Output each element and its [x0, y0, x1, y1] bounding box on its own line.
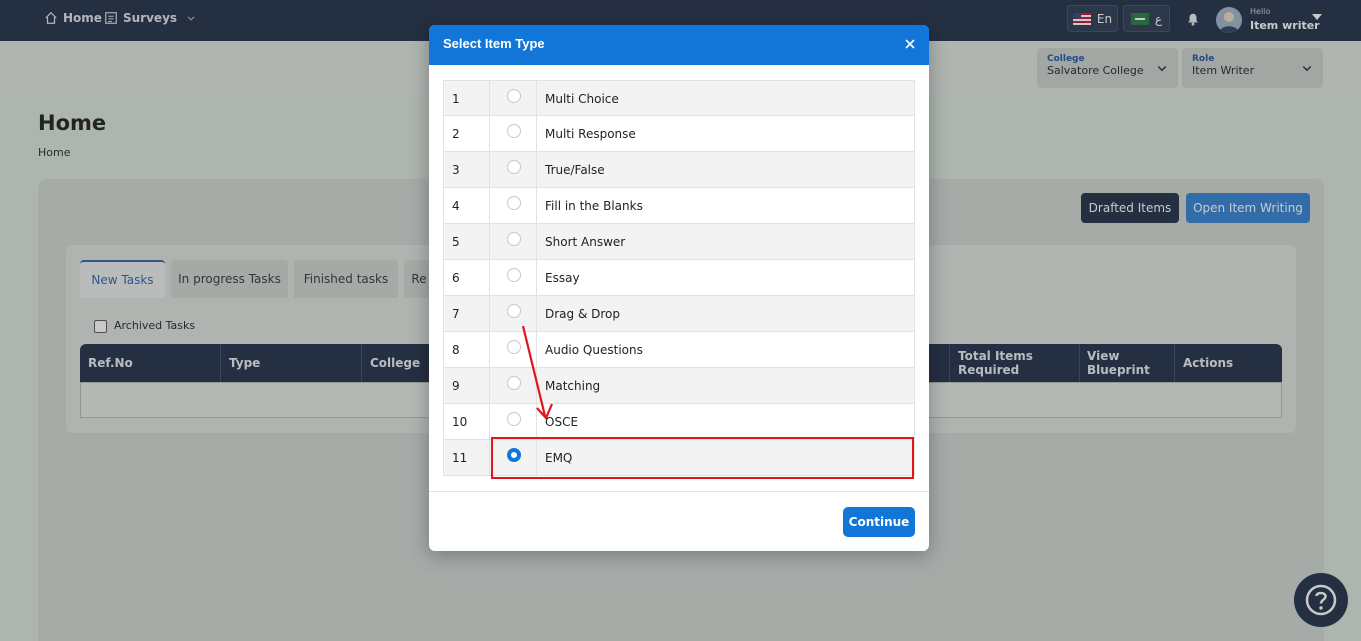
row-border: [914, 368, 915, 404]
item-type-radio[interactable]: [507, 268, 521, 282]
row-border: [914, 440, 915, 476]
row-border: [914, 116, 915, 152]
item-type-row[interactable]: 9 Matching: [443, 368, 915, 404]
item-type-number: 9: [443, 368, 490, 404]
item-type-row[interactable]: 8 Audio Questions: [443, 332, 915, 368]
item-type-row[interactable]: 5 Short Answer: [443, 224, 915, 260]
row-border: [914, 81, 915, 117]
row-border: [914, 332, 915, 368]
row-border: [914, 404, 915, 440]
radio-cell: [490, 81, 537, 117]
dialog-footer-divider: [429, 491, 929, 492]
row-border: [914, 224, 915, 260]
item-type-number: 3: [443, 152, 490, 188]
continue-button[interactable]: Continue: [843, 507, 915, 537]
row-border: [914, 260, 915, 296]
item-type-number: 8: [443, 332, 490, 368]
radio-cell: [490, 260, 537, 296]
radio-cell: [490, 152, 537, 188]
item-type-radio[interactable]: [507, 160, 521, 174]
item-type-number: 4: [443, 188, 490, 224]
item-type-radio[interactable]: [507, 124, 521, 138]
item-type-number: 11: [443, 440, 490, 476]
row-border: [914, 152, 915, 188]
item-type-row[interactable]: 7 Drag & Drop: [443, 296, 915, 332]
item-type-number: 6: [443, 260, 490, 296]
radio-cell: [490, 116, 537, 152]
item-type-row[interactable]: 1 Multi Choice: [443, 80, 915, 117]
item-type-radio[interactable]: [507, 196, 521, 210]
row-border: [914, 188, 915, 224]
item-type-number: 5: [443, 224, 490, 260]
item-type-row[interactable]: 10 OSCE: [443, 404, 915, 440]
arrow-annotation: [521, 325, 554, 421]
row-border: [914, 296, 915, 332]
item-type-number: 7: [443, 296, 490, 332]
item-type-radio[interactable]: [507, 232, 521, 246]
close-icon[interactable]: [903, 37, 917, 51]
item-type-number: 10: [443, 404, 490, 440]
item-type-row[interactable]: 3 True/False: [443, 152, 915, 188]
item-type-radio[interactable]: [507, 89, 521, 103]
item-type-name: Fill in the Blanks: [545, 199, 643, 213]
item-type-name: Short Answer: [545, 235, 626, 249]
item-type-row[interactable]: 6 Essay: [443, 260, 915, 296]
radio-cell: [490, 188, 537, 224]
item-type-row[interactable]: 4 Fill in the Blanks: [443, 188, 915, 224]
item-type-radio[interactable]: [507, 304, 521, 318]
item-type-number: 1: [443, 81, 490, 117]
dialog-header: Select Item Type: [429, 25, 929, 65]
item-type-name: Multi Response: [545, 127, 636, 141]
radio-cell: [490, 224, 537, 260]
item-type-name: Essay: [545, 271, 580, 285]
item-type-number: 2: [443, 116, 490, 152]
dialog-title: Select Item Type: [443, 36, 545, 51]
highlight-box-annotation: [491, 437, 914, 479]
item-type-name: Multi Choice: [545, 92, 619, 106]
item-type-name: True/False: [545, 163, 605, 177]
item-type-row[interactable]: 2 Multi Response: [443, 116, 915, 152]
